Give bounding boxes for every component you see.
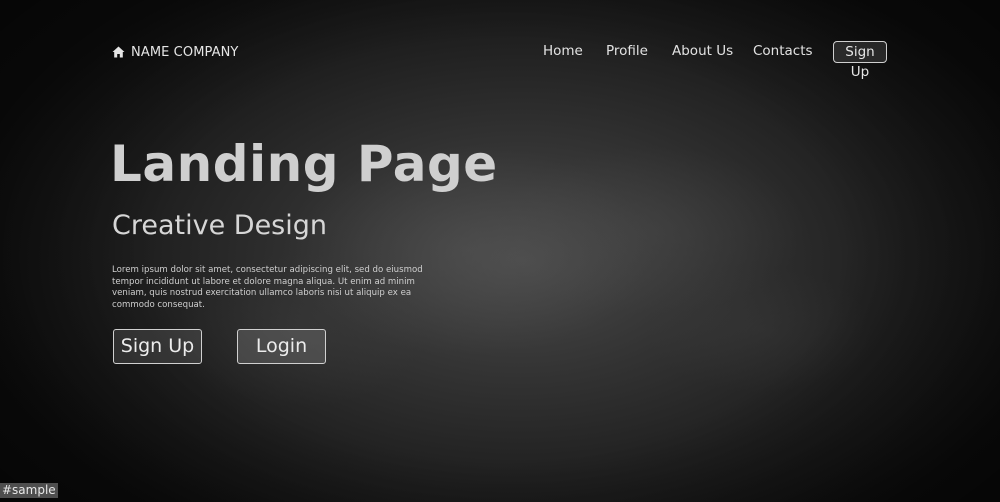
home-icon xyxy=(112,46,125,58)
hero-body-text: Lorem ipsum dolor sit amet, consectetur … xyxy=(112,265,423,310)
nav-home[interactable]: Home xyxy=(543,43,583,59)
company-name: NAME COMPANY xyxy=(131,44,239,60)
watermark-label: #sample xyxy=(0,483,58,498)
nav-profile[interactable]: Profile xyxy=(606,43,648,59)
brand[interactable]: NAME COMPANY xyxy=(112,43,238,61)
nav-contacts[interactable]: Contacts xyxy=(753,43,813,59)
nav-about-us[interactable]: About Us xyxy=(672,43,733,59)
login-button[interactable]: Login xyxy=(237,329,326,364)
signup-button[interactable]: Sign Up xyxy=(113,329,202,364)
nav-signup-button[interactable]: Sign Up xyxy=(833,41,887,80)
hero-subtitle: Creative Design xyxy=(112,210,327,241)
hero-title: Landing Page xyxy=(110,135,498,193)
